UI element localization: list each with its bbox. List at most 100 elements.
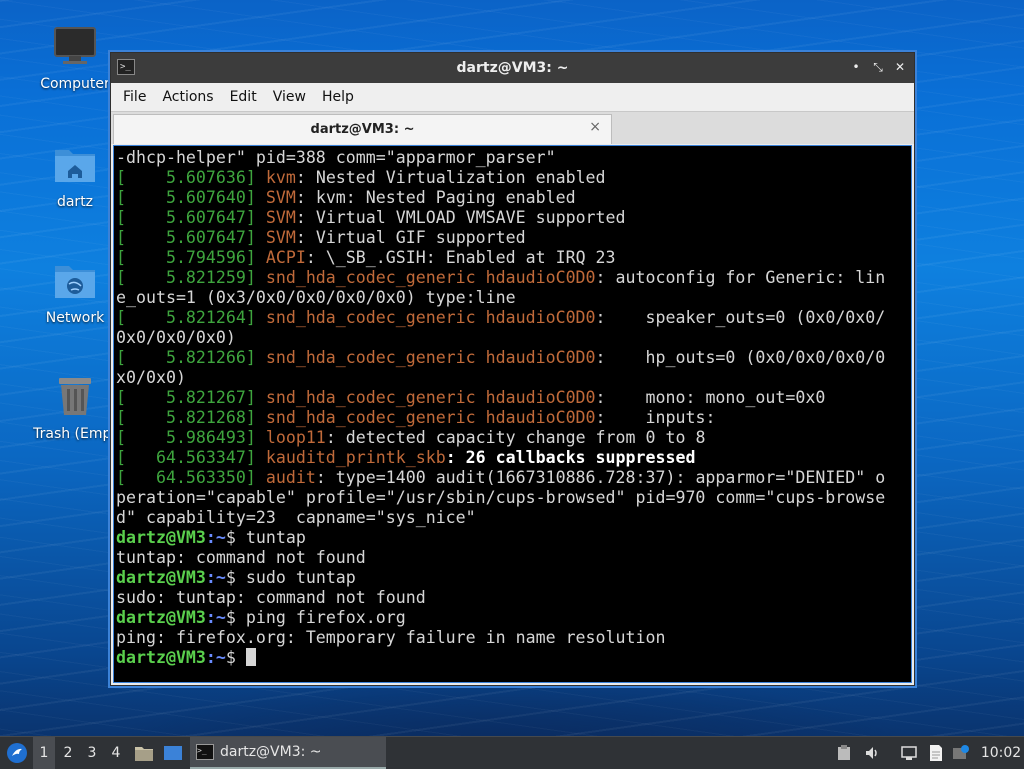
workspace-1[interactable]: 1 [33,737,55,769]
log-source: snd_hda_codec_generic hdaudioC0D0 [265,268,596,287]
log-timestamp: [ 5.821264] [116,308,266,327]
prompt-sign: $ [225,648,246,667]
terminal-prompt-line: dartz@VM3:~$ sudo tuntap [116,568,911,588]
prompt-user: dartz@VM3 [116,568,206,587]
log-source: SVM [265,188,296,207]
workspace-3[interactable]: 3 [81,737,103,769]
tab-close-icon[interactable]: × [589,119,601,135]
log-source: SVM [265,208,296,227]
log-timestamp: [ 64.563350] [116,468,266,487]
terminal-prompt-line: dartz@VM3:~$ ping firefox.org [116,608,911,628]
terminal-line: [ 5.607647] SVM: Virtual VMLOAD VMSAVE s… [116,208,911,228]
notes-icon[interactable] [926,737,946,769]
log-source: kvm [265,168,296,187]
clipboard-icon[interactable] [834,737,854,769]
log-message: : inputs: [595,408,716,427]
log-message: : Virtual VMLOAD VMSAVE supported [295,208,626,227]
workspace-2[interactable]: 2 [57,737,79,769]
menu-view[interactable]: View [265,85,314,109]
menu-file[interactable]: File [115,85,154,109]
file-manager-launcher-icon[interactable] [132,737,156,769]
log-message: : Virtual GIF supported [295,228,526,247]
terminal-line: [ 5.821268] snd_hda_codec_generic hdaudi… [116,408,911,428]
update-notifier-icon[interactable] [950,737,972,769]
terminal-line: [ 5.607647] SVM: Virtual GIF supported [116,228,911,248]
typed-command: ping firefox.org [245,608,406,627]
terminal-line: d" capability=23 capname="sys_nice" [116,508,476,527]
volume-icon[interactable] [862,737,882,769]
log-timestamp: [ 64.563347] [116,448,266,467]
log-message: : hp_outs=0 (0x0/0x0/0x0/0 [595,348,886,367]
maximize-button[interactable]: ⤡ [870,59,886,75]
terminal-line: sudo: tuntap: command not found [116,588,426,607]
tab-bar: dartz@VM3: ~ × [111,111,914,144]
terminal-line: e_outs=1 (0x3/0x0/0x0/0x0/0x0) type:line [116,288,516,307]
tab-label: dartz@VM3: ~ [310,122,415,137]
terminal-line: [ 5.821267] snd_hda_codec_generic hdaudi… [116,388,911,408]
terminal-line: [ 5.986493] loop11: detected capacity ch… [116,428,911,448]
text-cursor [245,648,256,666]
clock[interactable]: 10:02 [978,737,1024,769]
menu-edit[interactable]: Edit [222,85,265,109]
log-source: audit [265,468,316,487]
terminal-output[interactable]: -dhcp-helper" pid=388 comm="apparmor_par… [113,145,912,683]
log-message: : speaker_outs=0 (0x0/0x0/ [595,308,886,327]
terminal-line: [ 5.607636] kvm: Nested Virtualization e… [116,168,911,188]
terminal-line: [ 64.563347] kauditd_printk_skb: 26 call… [116,448,911,468]
prompt-path: :~ [205,568,226,587]
prompt-sign: $ [225,528,246,547]
terminal-prompt-line[interactable]: dartz@VM3:~$ [116,648,911,668]
log-timestamp: [ 5.794596] [116,248,266,267]
terminal-line: ping: firefox.org: Temporary failure in … [116,628,666,647]
log-timestamp: [ 5.821259] [116,268,266,287]
log-source: SVM [265,228,296,247]
taskbar-task-terminal[interactable]: >_ dartz@VM3: ~ [190,737,386,769]
terminal-line: [ 5.794596] ACPI: \_SB_.GSIH: Enabled at… [116,248,911,268]
window-titlebar[interactable]: >_ dartz@VM3: ~ • ⤡ ✕ [111,53,914,83]
terminal-line: [ 5.821259] snd_hda_codec_generic hdaudi… [116,268,911,288]
terminal-line: [ 5.821266] snd_hda_codec_generic hdaudi… [116,348,911,368]
prompt-user: dartz@VM3 [116,648,206,667]
home-folder-icon [51,140,99,188]
terminal-line: [ 5.821264] snd_hda_codec_generic hdaudi… [116,308,911,328]
prompt-sign: $ [225,608,246,627]
task-label: dartz@VM3: ~ [220,744,322,760]
minimize-button[interactable]: • [848,59,864,75]
terminal-tab[interactable]: dartz@VM3: ~ × [113,114,612,144]
log-timestamp: [ 5.821267] [116,388,266,407]
prompt-path: :~ [205,528,226,547]
menu-actions[interactable]: Actions [154,85,221,109]
network-wired-icon[interactable] [898,737,920,769]
log-source: snd_hda_codec_generic hdaudioC0D0 [265,348,596,367]
terminal-line: x0/0x0) [116,368,186,387]
terminal-window: >_ dartz@VM3: ~ • ⤡ ✕ File Actions Edit … [110,52,915,686]
log-message: : type=1400 audit(1667310886.728:37): ap… [315,468,886,487]
log-message: : detected capacity change from 0 to 8 [325,428,706,447]
network-folder-icon [51,256,99,304]
log-source: snd_hda_codec_generic hdaudioC0D0 [265,388,596,407]
log-source: snd_hda_codec_generic hdaudioC0D0 [265,308,596,327]
close-button[interactable]: ✕ [892,59,908,75]
log-source: loop11 [265,428,326,447]
log-timestamp: [ 5.986493] [116,428,266,447]
terminal-line: [ 5.607640] SVM: kvm: Nested Paging enab… [116,188,911,208]
log-message: : autoconfig for Generic: lin [595,268,886,287]
menubar: File Actions Edit View Help [111,83,914,111]
log-timestamp: [ 5.607647] [116,228,266,247]
terminal-line: [ 64.563350] audit: type=1400 audit(1667… [116,468,911,488]
prompt-sign: $ [225,568,246,587]
log-timestamp: [ 5.607647] [116,208,266,227]
log-message: : \_SB_.GSIH: Enabled at IRQ 23 [305,248,616,267]
typed-command: sudo tuntap [245,568,356,587]
lubuntu-logo-icon [7,743,27,763]
terminal-line: -dhcp-helper" pid=388 comm="apparmor_par… [116,148,556,167]
taskbar: 1 2 3 4 >_ dartz@VM3: ~ 10:02 [0,736,1024,769]
log-message: : 26 callbacks suppressed [445,448,696,467]
log-timestamp: [ 5.607636] [116,168,266,187]
start-menu-button[interactable] [2,737,32,769]
terminal-line: 0x0/0x0/0x0) [116,328,236,347]
show-desktop-icon[interactable] [160,737,186,769]
menu-help[interactable]: Help [314,85,362,109]
log-message: : kvm: Nested Paging enabled [295,188,576,207]
workspace-4[interactable]: 4 [105,737,127,769]
